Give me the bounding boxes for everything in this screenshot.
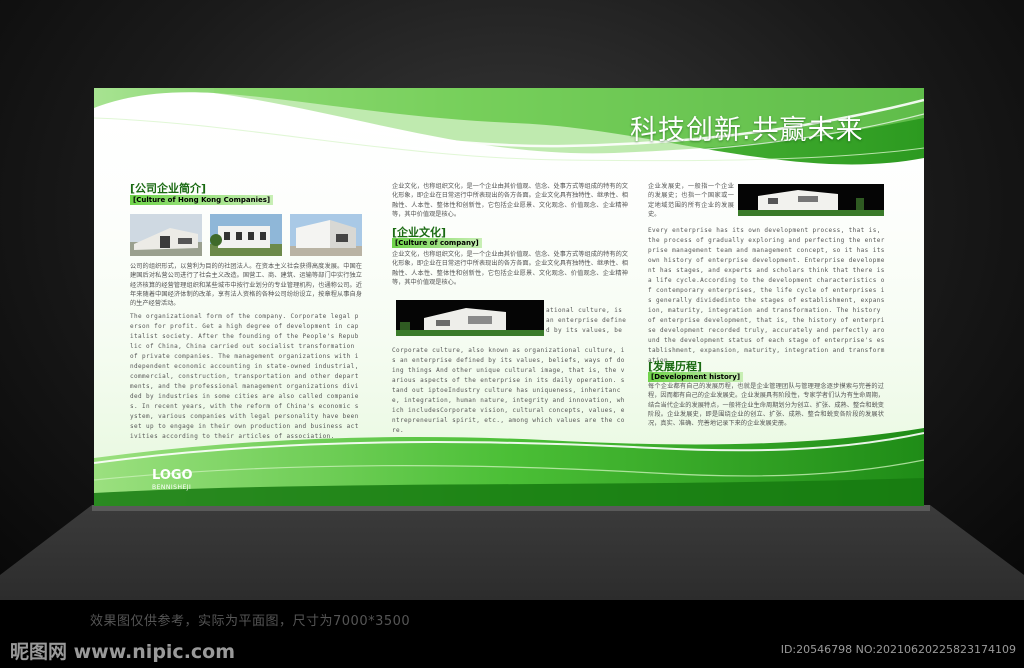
building-photo-1 — [130, 214, 202, 256]
company-intro-subtitle: [Culture of Hong Kong Companies] — [130, 195, 274, 205]
logo-text: LOGO — [152, 468, 193, 483]
culture-side-en-text: ational culture, is an enterprise define… — [546, 307, 627, 334]
culture-zh-text: 企业文化，也称组织文化，是一个企业由其价值观、信念、处事方式等组成的特有的文化形… — [392, 251, 628, 286]
culture-intro-zh-text: 企业文化，也称组织文化，是一个企业由其价值观、信念、处事方式等组成的特有的文化形… — [392, 183, 628, 218]
development-zh-text: 每个企业都有自己的发展历程，也就是企业管理团队与管理理念逐步摸索与完善的过程，因… — [648, 383, 884, 428]
slogan-title: 科技创新.共赢未来 — [630, 115, 864, 146]
stage-floor — [0, 505, 1024, 600]
company-intro-title: [公司企业简介] — [130, 182, 207, 195]
size-note: 效果图仅供参考，实际为平面图，尺寸为7000*3500 — [90, 614, 411, 629]
development-en-text: Every enterprise has its own development… — [648, 227, 885, 364]
building-photo-2 — [210, 214, 282, 256]
building-render-photo — [396, 300, 544, 336]
display-board: 科技创新.共赢未来 [公司企业简介] [Culture of Hong Kong… — [94, 88, 924, 506]
culture-en-text: Corporate culture, also known as organiz… — [392, 347, 625, 434]
watermark-id: ID:20546798 NO:20210620225823174109 — [780, 643, 1016, 656]
company-intro-en-text: The organizational form of the company. … — [130, 313, 359, 440]
logo-subtext: BENNISHEJI — [152, 484, 192, 491]
building-photo-3 — [290, 214, 362, 256]
company-intro-zh-text: 公司的组织形式，以营利为目的的社团法人。在资本主义社会获得高度发展。中国在建国后… — [130, 263, 362, 308]
watermark-site: 昵图网 www.nipic.com — [10, 641, 236, 663]
development-subtitle: [Development history] — [648, 372, 744, 382]
culture-subtitle: [Culture of company] — [392, 238, 482, 248]
development-intro-zh-text: 企业发展史，一般指一个企业的发展史；也指一个国家或一定地域范围的所有企业的发展史… — [648, 183, 734, 218]
building-side-photo — [738, 184, 884, 216]
